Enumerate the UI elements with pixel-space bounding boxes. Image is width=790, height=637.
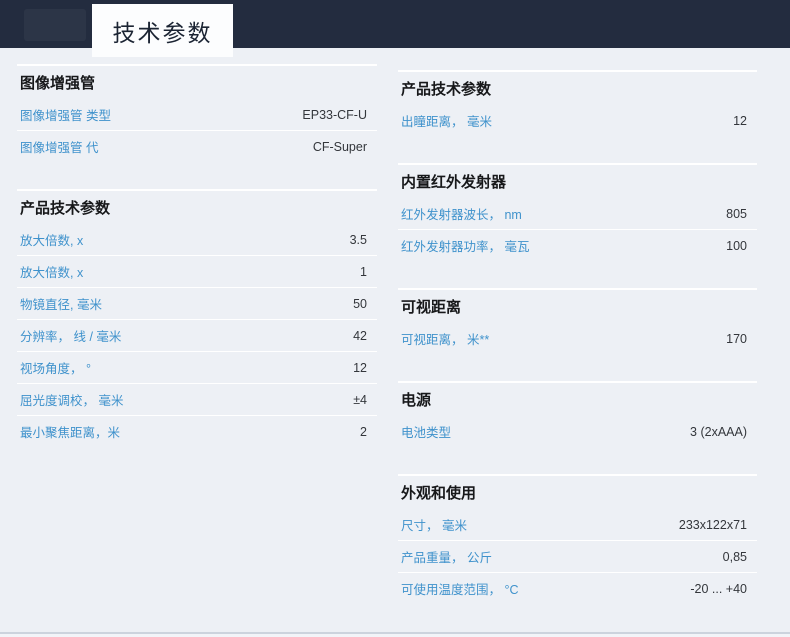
page-title: 技术参数 <box>113 14 213 48</box>
section-heading: 产品技术参数 <box>401 79 757 100</box>
section-heading: 外观和使用 <box>401 483 757 504</box>
spec-value: 3.5 <box>350 233 367 247</box>
section-rows: 图像增强管 类型 EP33-CF-U 图像增强管 代 CF-Super <box>17 99 377 162</box>
spec-value: 42 <box>353 329 367 343</box>
spec-row: 分辨率， 线 / 毫米 42 <box>17 319 377 351</box>
spec-label-link[interactable]: 最小聚焦距离，米 <box>20 422 120 441</box>
spec-label-link[interactable]: 图像增强管 代 <box>20 137 98 156</box>
section-rows: 放大倍数, x 3.5 放大倍数, x 1 物镜直径, 毫米 50 分辨率， 线 / 毫米 4… <box>17 224 377 447</box>
logo-watermark <box>24 9 86 41</box>
spec-section: 电源电池类型 3 (2xAAA) <box>398 381 757 447</box>
spec-value: 12 <box>733 114 747 128</box>
spec-value: CF-Super <box>313 140 367 154</box>
spec-section: 产品技术参数放大倍数, x 3.5 放大倍数, x 1 物镜直径, 毫米 50 分辨率， 线… <box>17 189 377 447</box>
spec-row: 出瞳距离， 毫米 12 <box>398 105 757 136</box>
spec-value: EP33-CF-U <box>302 108 367 122</box>
page-title-tab: 技术参数 <box>92 4 233 57</box>
spec-section: 产品技术参数出瞳距离， 毫米 12 <box>398 70 757 136</box>
spec-value: 3 (2xAAA) <box>690 425 747 439</box>
spec-value: -20 ... +40 <box>690 582 747 596</box>
spec-section: 图像增强管图像增强管 类型 EP33-CF-U 图像增强管 代 CF-Super <box>17 64 377 162</box>
spec-label-link[interactable]: 产品重量， 公斤 <box>401 547 492 566</box>
spec-row: 可视距离， 米** 170 <box>398 323 757 354</box>
spec-label-link[interactable]: 红外发射器波长， nm <box>401 204 522 223</box>
spec-label-link[interactable]: 可视距离， 米** <box>401 329 489 348</box>
header-bar: 技术参数 <box>0 0 790 48</box>
spec-row: 尺寸， 毫米 233x122x71 <box>398 509 757 540</box>
spec-label-link[interactable]: 放大倍数, x <box>20 262 83 281</box>
spec-label-link[interactable]: 图像增强管 类型 <box>20 105 111 124</box>
spec-label-link[interactable]: 尺寸， 毫米 <box>401 515 467 534</box>
spec-section: 可视距离可视距离， 米** 170 <box>398 288 757 354</box>
spec-value: 0,85 <box>723 550 747 564</box>
spec-value: 1 <box>360 265 367 279</box>
spec-row: 图像增强管 代 CF-Super <box>17 130 377 162</box>
spec-label-link[interactable]: 红外发射器功率， 毫瓦 <box>401 236 529 255</box>
specs-content: 图像增强管图像增强管 类型 EP33-CF-U 图像增强管 代 CF-Super 产品技… <box>0 48 790 631</box>
spec-label-link[interactable]: 视场角度， ° <box>20 358 91 377</box>
spec-value: 2 <box>360 425 367 439</box>
section-rows: 尺寸， 毫米 233x122x71 产品重量， 公斤 0,85 可使用温度范围， °C -… <box>398 509 757 604</box>
specs-column-left: 图像增强管图像增强管 类型 EP33-CF-U 图像增强管 代 CF-Super 产品技… <box>17 64 377 631</box>
spec-section: 外观和使用尺寸， 毫米 233x122x71 产品重量， 公斤 0,85 可使用温度范围… <box>398 474 757 604</box>
section-heading: 电源 <box>401 390 757 411</box>
section-heading: 产品技术参数 <box>20 198 377 219</box>
spec-label-link[interactable]: 可使用温度范围， °C <box>401 579 519 598</box>
spec-row: 放大倍数, x 3.5 <box>17 224 377 255</box>
spec-row: 图像增强管 类型 EP33-CF-U <box>17 99 377 130</box>
footer-divider <box>0 632 790 637</box>
spec-row: 屈光度调校， 毫米 ±4 <box>17 383 377 415</box>
spec-label-link[interactable]: 放大倍数, x <box>20 230 83 249</box>
spec-value: 805 <box>726 207 747 221</box>
spec-row: 产品重量， 公斤 0,85 <box>398 540 757 572</box>
spec-value: ±4 <box>353 393 367 407</box>
section-rows: 可视距离， 米** 170 <box>398 323 757 354</box>
section-rows: 红外发射器波长， nm 805 红外发射器功率， 毫瓦 100 <box>398 198 757 261</box>
section-heading: 内置红外发射器 <box>401 172 757 193</box>
spec-value: 12 <box>353 361 367 375</box>
section-heading: 可视距离 <box>401 297 757 318</box>
section-heading: 图像增强管 <box>20 73 377 94</box>
spec-label-link[interactable]: 屈光度调校， 毫米 <box>20 390 123 409</box>
spec-label-link[interactable]: 出瞳距离， 毫米 <box>401 111 492 130</box>
spec-page: 技术参数 图像增强管图像增强管 类型 EP33-CF-U 图像增强管 代 CF-Sup… <box>0 0 790 637</box>
section-rows: 电池类型 3 (2xAAA) <box>398 416 757 447</box>
spec-value: 233x122x71 <box>679 518 747 532</box>
spec-value: 170 <box>726 332 747 346</box>
section-rows: 出瞳距离， 毫米 12 <box>398 105 757 136</box>
specs-column-right: 产品技术参数出瞳距离， 毫米12内置红外发射器红外发射器波长， nm805红外发… <box>398 70 757 631</box>
spec-row: 最小聚焦距离，米 2 <box>17 415 377 447</box>
spec-label-link[interactable]: 物镜直径, 毫米 <box>20 294 102 313</box>
spec-row: 电池类型 3 (2xAAA) <box>398 416 757 447</box>
spec-row: 红外发射器波长， nm 805 <box>398 198 757 229</box>
spec-row: 放大倍数, x 1 <box>17 255 377 287</box>
spec-row: 视场角度， ° 12 <box>17 351 377 383</box>
spec-label-link[interactable]: 分辨率， 线 / 毫米 <box>20 326 121 345</box>
spec-row: 红外发射器功率， 毫瓦 100 <box>398 229 757 261</box>
spec-value: 100 <box>726 239 747 253</box>
spec-value: 50 <box>353 297 367 311</box>
spec-row: 物镜直径, 毫米 50 <box>17 287 377 319</box>
spec-row: 可使用温度范围， °C -20 ... +40 <box>398 572 757 604</box>
spec-label-link[interactable]: 电池类型 <box>401 422 451 441</box>
spec-section: 内置红外发射器红外发射器波长， nm 805 红外发射器功率， 毫瓦 100 <box>398 163 757 261</box>
